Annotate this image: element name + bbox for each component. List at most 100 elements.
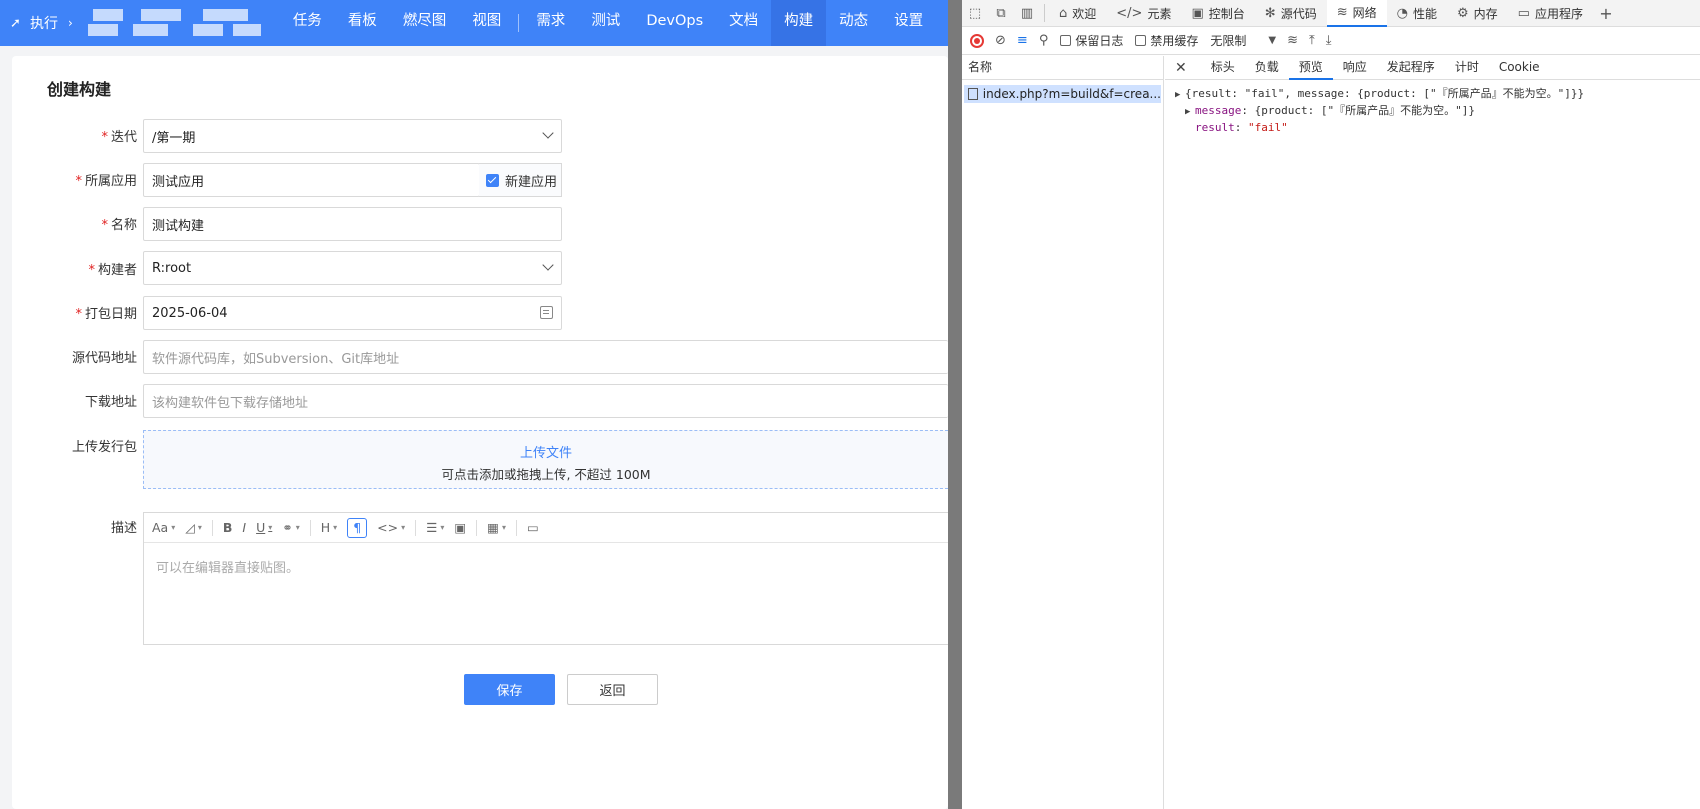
filter-icon[interactable]: ≡: [1017, 33, 1028, 48]
devtools-panel: ⬚ ⧉ ▥ ⌂ 欢迎 </> 元素 ▣ 控制台 ✻ 源代码 ≋ 网络 ◔ 性能 ⚙ 内存 ▭ 应…: [962, 0, 1700, 809]
tab-network[interactable]: ≋ 网络: [1326, 0, 1387, 27]
disable-cache-label: 禁用缓存: [1150, 34, 1199, 48]
link-icon[interactable]: ⚭ ▾: [282, 518, 300, 538]
toolbar-divider: [476, 519, 478, 536]
import-har-icon[interactable]: ⤒: [1309, 33, 1315, 48]
save-button[interactable]: 保存: [464, 674, 555, 705]
network-conditions-icon[interactable]: ≋: [1287, 33, 1298, 48]
devtools-splitter[interactable]: [948, 0, 962, 809]
throttle-dropdown-icon[interactable]: ▼: [1268, 35, 1276, 46]
detail-tabs: ✕ 标头 负载 预览 响应 发起程序 计时 Cookie: [1165, 56, 1700, 80]
device-emulation-icon[interactable]: ⧉: [988, 6, 1014, 21]
toolbar-divider: [211, 519, 213, 536]
disable-cache-checkbox[interactable]: [1135, 35, 1147, 46]
description-editor[interactable]: Aa ▾ ◿ ▾ B I U ▾ ⚭ ▾ H ▾ ¶ <> ▾ ☰ ▾ ▣ ▦ ▾ ▭ 可以在编…: [143, 512, 948, 645]
toolbar-divider: [309, 519, 311, 536]
nav-item-settings[interactable]: 设置: [881, 0, 936, 46]
download-url-input[interactable]: 该构建软件包下载存储地址: [143, 384, 948, 418]
paragraph-icon[interactable]: ¶: [347, 517, 368, 538]
nav-item-story[interactable]: 需求: [523, 0, 578, 46]
tab-divider: [1044, 4, 1045, 22]
table-icon[interactable]: ▦ ▾: [487, 518, 506, 538]
upload-dropzone[interactable]: 上传文件 可点击添加或拖拽上传, 不超过 100M: [143, 430, 948, 489]
tab-headers[interactable]: 标头: [1201, 56, 1245, 80]
date-input[interactable]: 2025-06-04: [143, 296, 562, 330]
tab-performance[interactable]: ◔ 性能: [1387, 0, 1447, 27]
expand-triangle-icon[interactable]: ▶: [1175, 88, 1185, 103]
throttle-select[interactable]: 无限制: [1210, 32, 1246, 49]
json-result-line: result: "fail": [1195, 121, 1288, 134]
bold-icon[interactable]: B: [223, 518, 233, 538]
bug-icon: ✻: [1264, 5, 1276, 21]
nav-item-build[interactable]: 构建: [771, 0, 827, 46]
builder-select[interactable]: R:root: [143, 251, 562, 285]
request-row[interactable]: index.php?m=build&f=crea...: [964, 85, 1161, 103]
tab-console[interactable]: ▣ 控制台: [1181, 0, 1254, 27]
json-root-line[interactable]: ▶ {result: "fail", message: {product: ["『…: [1175, 86, 1700, 103]
nav-item-burndown[interactable]: 燃尽图: [390, 0, 460, 46]
iteration-select[interactable]: /第一期: [143, 119, 562, 153]
builder-label: * 构建者: [88, 263, 137, 278]
project-selector-blurred[interactable]: [83, 4, 266, 42]
search-icon[interactable]: ⚲: [1039, 33, 1049, 48]
app-input[interactable]: 测试应用: [143, 163, 480, 197]
preserve-log-checkbox[interactable]: [1060, 35, 1072, 46]
clear-icon[interactable]: ⊘: [995, 33, 1006, 48]
names-column-header[interactable]: 名称: [962, 56, 1163, 80]
network-body: 名称 index.php?m=build&f=crea... ✕ 标头 负载 预…: [962, 56, 1700, 809]
nav-item-devops[interactable]: DevOps: [633, 0, 716, 46]
calendar-icon[interactable]: [540, 306, 553, 319]
desc-label: 描述: [110, 521, 137, 536]
new-app-checkbox[interactable]: 新建应用: [479, 163, 562, 197]
list-icon[interactable]: ☰ ▾: [426, 518, 444, 538]
nav-item-kanban[interactable]: 看板: [335, 0, 390, 46]
italic-icon[interactable]: I: [242, 518, 246, 538]
upload-file-link[interactable]: 上传文件: [144, 442, 948, 461]
image-icon[interactable]: ▣: [454, 518, 466, 538]
preserve-log-label: 保留日志: [1075, 34, 1124, 48]
chevron-down-icon: [542, 259, 554, 271]
request-name: index.php?m=build&f=crea...: [982, 87, 1161, 101]
back-button[interactable]: 返回: [567, 674, 658, 705]
tab-sources[interactable]: ✻ 源代码: [1255, 0, 1327, 27]
nav-item-dynamic[interactable]: 动态: [826, 0, 881, 46]
tab-timing[interactable]: 计时: [1445, 56, 1489, 80]
tab-initiator[interactable]: 发起程序: [1377, 56, 1445, 80]
source-label: 源代码地址: [71, 351, 137, 366]
tab-payload[interactable]: 负载: [1245, 56, 1289, 80]
nav-item-task[interactable]: 任务: [280, 0, 335, 46]
source-url-input[interactable]: 软件源代码库，如Subversion、Git库地址: [143, 340, 948, 374]
export-har-icon[interactable]: ⤓: [1326, 33, 1332, 48]
nav-item-view[interactable]: 视图: [459, 0, 514, 46]
console-icon: ▣: [1191, 5, 1204, 21]
tab-response[interactable]: 响应: [1333, 56, 1377, 80]
nav-execution-label: 执行: [30, 16, 58, 32]
inspect-icon[interactable]: ⬚: [962, 6, 988, 21]
code-icon[interactable]: <> ▾: [377, 518, 405, 538]
nav-item-doc[interactable]: 文档: [716, 0, 771, 46]
tab-application[interactable]: ▭ 应用程序: [1508, 0, 1593, 27]
close-icon[interactable]: ✕: [1175, 60, 1187, 76]
date-label: * 打包日期: [75, 307, 137, 322]
highlight-icon[interactable]: ◿ ▾: [185, 518, 202, 538]
editor-body[interactable]: 可以在编辑器直接贴图。: [144, 543, 948, 590]
name-input[interactable]: 测试构建: [143, 207, 562, 241]
font-size-icon[interactable]: Aa ▾: [152, 518, 175, 538]
heading-icon[interactable]: H ▾: [321, 518, 337, 538]
nav-execution[interactable]: ➚ 执行 ›: [0, 0, 83, 46]
underline-icon[interactable]: U ▾: [256, 518, 272, 538]
tab-welcome[interactable]: ⌂ 欢迎: [1049, 0, 1106, 27]
add-tab-icon[interactable]: +: [1593, 4, 1619, 23]
nav-item-test[interactable]: 测试: [578, 0, 633, 46]
expand-triangle-icon[interactable]: ▶: [1185, 105, 1195, 120]
tab-memory[interactable]: ⚙ 内存: [1447, 0, 1508, 27]
dock-icon[interactable]: ▥: [1014, 6, 1040, 21]
record-icon[interactable]: [970, 33, 984, 48]
tab-preview[interactable]: 预览: [1288, 56, 1333, 80]
tab-cookies[interactable]: Cookie: [1489, 56, 1550, 80]
app-value: 测试应用: [152, 174, 205, 190]
json-message-line[interactable]: ▶ message: {product: ["『所属产品』不能为空。"]}: [1175, 103, 1700, 120]
block-icon[interactable]: ▭: [527, 518, 539, 538]
tab-elements[interactable]: </> 元素: [1106, 0, 1181, 27]
iteration-label: * 迭代: [101, 130, 137, 145]
